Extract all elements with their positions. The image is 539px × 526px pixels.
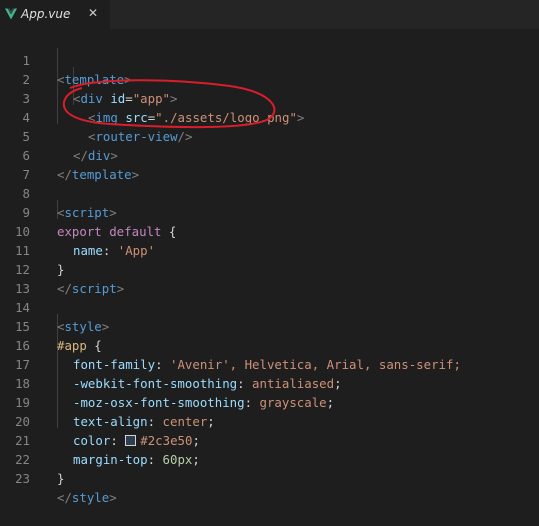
code-line: 16 font-family: 'Avenir', Helvetica, Ari… <box>0 317 539 372</box>
tab-bar: App.vue ✕ <box>0 0 539 29</box>
line-number: 23 <box>15 471 30 486</box>
code-line: 1 <template> <box>0 32 539 87</box>
code-line: 3 <img src="./assets/logo.png"> <box>0 70 539 125</box>
code-text: </style> <box>57 490 117 505</box>
code-line: 21 margin-top: 60px; <box>0 412 539 467</box>
code-text: } <box>57 471 65 486</box>
code-line: 11 } <box>0 222 539 277</box>
code-line: 18 -moz-osx-font-smoothing: grayscale; <box>0 355 539 410</box>
tab-app-vue[interactable]: App.vue ✕ <box>0 0 110 29</box>
tab-title: App.vue <box>21 7 71 21</box>
code-line: 7 <box>0 146 539 182</box>
code-line: 22 } <box>0 431 539 486</box>
close-icon[interactable]: ✕ <box>88 6 98 20</box>
code-line: 5 </div> <box>0 108 539 163</box>
vue-logo-icon <box>5 8 17 20</box>
code-line: 2 <div id="app"> <box>0 51 539 106</box>
code-line: 9 export default { <box>0 184 539 239</box>
code-line: 14 <style> <box>0 279 539 334</box>
code-line: 10 name: 'App' <box>0 203 539 258</box>
code-line: 13 <box>0 260 539 296</box>
code-line: 6 </template> <box>0 127 539 182</box>
code-line: 4 <router-view/> <box>0 89 539 144</box>
code-line: 23 </style> <box>0 450 539 505</box>
code-line: 20 color: #2c3e50; <box>0 393 539 448</box>
code-line: 17 -webkit-font-smoothing: antialiased; <box>0 336 539 391</box>
code-line: 8 <script> <box>0 165 539 220</box>
code-line: 19 text-align: center; <box>0 374 539 429</box>
code-line: 12 </script> <box>0 241 539 296</box>
code-line: 15 #app { <box>0 298 539 353</box>
code-editor[interactable]: 1 <template> 2 <div id="app"> 3 <img src… <box>0 29 539 505</box>
